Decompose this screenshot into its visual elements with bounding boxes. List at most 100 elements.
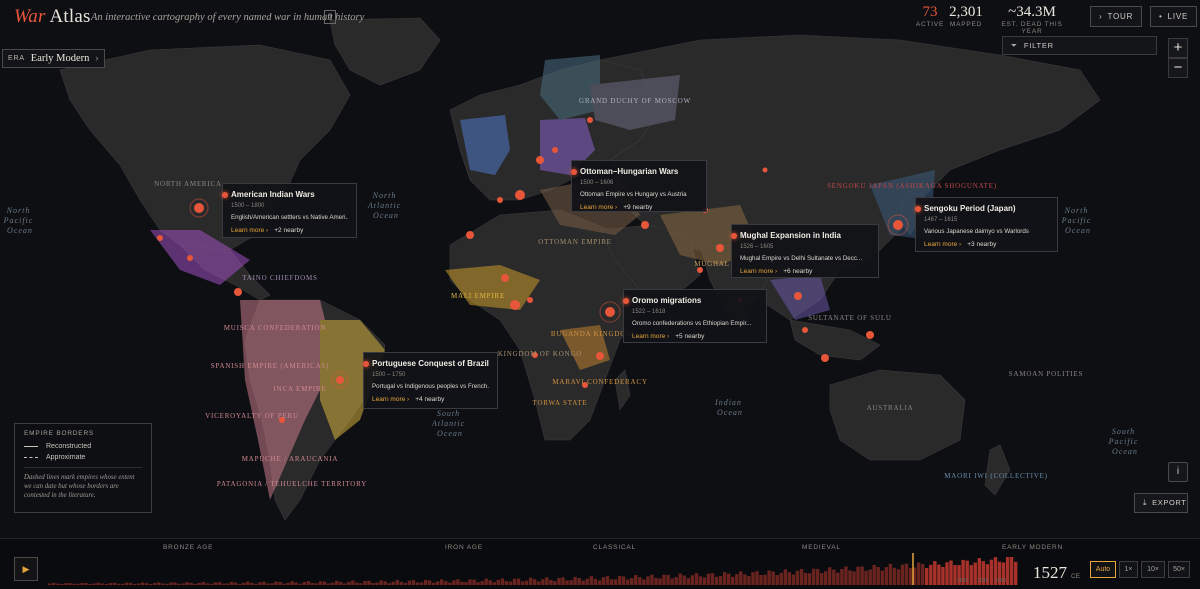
histogram-bar [529,577,533,585]
war-card-title: Portuguese Conquest of Brazil [372,359,489,368]
nearby-count[interactable]: +5 nearby [675,333,704,340]
histogram-bar [941,567,945,585]
histogram-bar [492,582,496,585]
stat-active-label: ACTIVE [915,21,945,28]
histogram-bar [282,583,286,585]
learn-more-link[interactable]: Learn more › [372,396,409,403]
region-label-mapuche: MAPUCHE / ARAUCANIA [242,455,339,463]
war-card-ottoman-hungarian-wars[interactable]: Ottoman–Hungarian Wars 1500 – 1606 Ottom… [571,160,707,212]
zoom-in-button[interactable]: + [1168,38,1188,58]
histogram-bar [367,580,371,585]
histogram-bar [577,578,581,585]
nearby-count[interactable]: +3 nearby [967,241,996,248]
nearby-count[interactable]: +2 nearby [274,227,303,234]
histogram-bar [634,575,638,585]
histogram-bar [254,583,258,585]
ocean-label-line: North [1064,206,1089,215]
histogram-bar [904,563,909,585]
age-label-classical[interactable]: CLASSICAL [593,544,636,551]
histogram-bar [836,572,840,585]
tour-button[interactable]: › TOUR [1090,6,1143,27]
era-key: ERA [8,55,25,62]
play-button[interactable]: ▶ [14,557,38,581]
histogram-bar [949,560,953,585]
era-selector[interactable]: ERA Early Modern › [2,49,106,68]
war-card-oromo-migrations[interactable]: Oromo migrations 1522 – 1618 Oromo confe… [623,289,767,343]
war-card-parties: Ottoman Empire vs Hungary vs Austria [580,191,687,198]
histogram-bar [500,578,505,585]
info-icon: i [1176,466,1180,477]
histogram-bar [795,570,800,585]
histogram-bar [908,568,913,585]
zoom-out-button[interactable]: − [1168,58,1188,78]
live-button[interactable]: • LIVE [1150,6,1198,27]
region-label-sultanate: SULTANATE OF SULU [808,314,892,322]
war-card-mughal-expansion[interactable]: Mughal Expansion in India 1526 – 1605 Mu… [731,224,879,278]
speed-50x-button[interactable]: 50× [1168,561,1190,578]
war-card-portuguese-conquest-brazil[interactable]: Portuguese Conquest of Brazil 1500 – 175… [363,352,498,409]
legend-row-reconstructed: Reconstructed [24,443,142,450]
speed-auto-button[interactable]: Auto [1090,561,1116,578]
learn-more-link[interactable]: Learn more › [580,204,617,211]
histogram-bar [233,582,238,585]
histogram-bar [294,582,298,585]
histogram-bar [496,579,500,585]
info-button[interactable]: i [1168,462,1188,482]
war-frequency-histogram[interactable] [48,553,1018,585]
histogram-bar [723,572,727,585]
empire-borders-legend: EMPIRE BORDERS Reconstructed Approximate… [14,423,152,513]
histogram-bar [508,581,513,585]
speed-10x-button[interactable]: 10× [1141,561,1165,578]
ocean-label-north-pacific-east: North Pacific Ocean [1061,206,1095,235]
histogram-bar [225,583,230,585]
age-label-iron[interactable]: IRON AGE [445,544,483,551]
war-card-sengoku-period[interactable]: Sengoku Period (Japan) 1467 – 1615 Vario… [915,197,1058,252]
histogram-bar [193,583,197,585]
learn-more-link[interactable]: Learn more › [632,333,669,340]
histogram-bar [427,580,432,585]
histogram-bar [601,577,606,585]
histogram-bar [157,582,161,585]
histogram-bar [444,581,448,585]
speed-1x-button[interactable]: 1× [1119,561,1138,578]
war-card-parties: Various Japanese daimyo vs Warlords [924,228,1029,235]
histogram-bar [743,574,747,585]
war-card-title: Ottoman–Hungarian Wars [580,167,679,176]
histogram-bar [306,581,311,585]
help-button[interactable]: ? [324,10,336,24]
histogram-bar [88,584,92,585]
app-logo[interactable]: War Atlas [14,6,91,28]
histogram-bar [355,582,359,585]
histogram-bar [917,562,921,585]
histogram-bar [250,582,254,585]
histogram-bar [561,577,565,585]
learn-more-link[interactable]: Learn more › [924,241,961,248]
nearby-count[interactable]: +6 nearby [783,268,812,275]
age-label-medieval[interactable]: MEDIEVAL [802,544,841,551]
export-button[interactable]: ⤓ EXPORT [1134,493,1188,513]
learn-more-link[interactable]: Learn more › [740,268,777,275]
histogram-bar [419,582,424,585]
histogram-bar [128,582,133,585]
ocean-label-line: Ocean [717,408,743,417]
nearby-count[interactable]: +4 nearby [415,396,444,403]
histogram-bar [929,564,933,585]
war-card-american-indian-wars[interactable]: American Indian Wars 1500 – 1800 English… [222,183,357,238]
age-label-bronze[interactable]: BRONZE AGE [163,544,213,551]
histogram-bar [322,581,327,585]
histogram-bar [72,583,76,585]
filter-button[interactable]: ⏷ FILTER [1002,36,1157,55]
histogram-bar [423,579,428,585]
histogram-bar [258,582,262,585]
learn-more-link[interactable]: Learn more › [231,227,268,234]
histogram-bar [339,582,343,585]
histogram-bar [270,583,274,585]
age-label-early-modern[interactable]: EARLY MODERN [1002,544,1063,551]
nearby-count[interactable]: +9 nearby [623,204,652,211]
world-map[interactable]: North Pacific Ocean North Atlantic Ocean… [0,0,1200,538]
histogram-bar [141,582,145,585]
histogram-bar [888,563,893,585]
timeline-bar[interactable]: ▶ BRONZE AGE IRON AGE CLASSICAL MEDIEVAL… [0,538,1200,589]
histogram-bar [108,583,112,585]
histogram-bar [876,567,880,585]
